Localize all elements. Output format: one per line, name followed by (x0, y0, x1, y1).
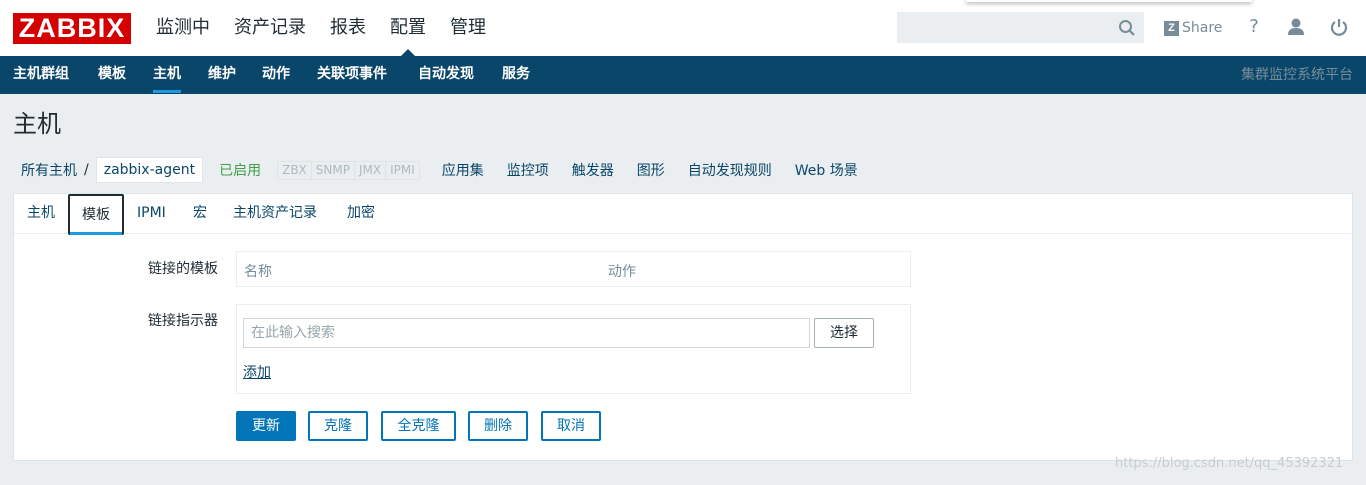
host-form-panel: 主机 模板 IPMI 宏 主机资产记录 加密 链接的模板 名称 动作 链接指示器… (13, 193, 1353, 461)
subnav-hosts[interactable]: 主机 (153, 56, 181, 93)
update-button[interactable]: 更新 (236, 411, 296, 441)
availability-indicators: ZBX SNMP JMX IPMI (277, 160, 420, 180)
sign-out-icon[interactable] (1328, 16, 1350, 38)
select-button[interactable]: 选择 (814, 318, 874, 348)
breadcrumb-separator: / (84, 162, 89, 178)
menu-monitoring[interactable]: 监测中 (156, 0, 210, 56)
link-graphs[interactable]: 图形 (637, 160, 665, 180)
share-button[interactable]: Z Share (1164, 17, 1222, 39)
page-title: 主机 (13, 110, 61, 138)
tab-templates[interactable]: 模板 (68, 194, 124, 235)
linked-templates-table: 名称 动作 (236, 251, 911, 287)
tab-ipmi[interactable]: IPMI (137, 194, 166, 234)
availability-jmx: JMX (355, 161, 387, 179)
link-items[interactable]: 监控项 (507, 160, 549, 180)
top-bar: ZABBIX 监测中 资产记录 报表 配置 管理 Z Share ? (0, 0, 1366, 56)
column-action: 动作 (608, 264, 636, 280)
link-new-templates-label: 链接指示器 (148, 313, 218, 329)
watermark: https://blog.csdn.net/qq_45392321 (1115, 456, 1344, 471)
tab-encryption[interactable]: 加密 (347, 194, 375, 234)
dropdown-shadow (966, 0, 1252, 2)
menu-administration[interactable]: 管理 (450, 0, 486, 56)
sub-navigation: 主机群组 模板 主机 维护 动作 关联项事件 自动发现 服务 集群监控系统平台 (0, 56, 1366, 94)
cancel-button[interactable]: 取消 (541, 411, 601, 441)
subnav-services[interactable]: 服务 (502, 56, 530, 94)
menu-inventory[interactable]: 资产记录 (234, 0, 306, 56)
tab-macros[interactable]: 宏 (193, 194, 207, 234)
link-new-templates-box: 选择 添加 (236, 304, 911, 394)
help-icon[interactable]: ? (1243, 16, 1265, 38)
form-tabs: 主机 模板 IPMI 宏 主机资产记录 加密 (14, 194, 1352, 235)
availability-snmp: SNMP (312, 161, 355, 179)
search-icon[interactable] (1118, 19, 1136, 37)
link-web-scenarios[interactable]: Web 场景 (795, 160, 858, 180)
host-status-badge[interactable]: 已启用 (219, 160, 261, 180)
link-discovery-rules[interactable]: 自动发现规则 (688, 160, 772, 180)
global-search (897, 12, 1144, 43)
host-element-links: 应用集 监控项 触发器 图形 自动发现规则 Web 场景 (428, 160, 867, 180)
breadcrumb-all-hosts[interactable]: 所有主机 (21, 160, 77, 180)
menu-configuration[interactable]: 配置 (390, 0, 426, 56)
full-clone-button[interactable]: 全克隆 (381, 411, 456, 441)
column-name: 名称 (244, 264, 272, 280)
user-profile-icon[interactable] (1285, 16, 1307, 38)
availability-ipmi: IPMI (390, 162, 415, 177)
search-input[interactable] (898, 13, 1108, 42)
subnav-templates[interactable]: 模板 (98, 56, 126, 94)
template-search-input[interactable] (244, 319, 809, 347)
subnav-discovery[interactable]: 自动发现 (418, 56, 474, 94)
main-menu: 监测中 资产记录 报表 配置 管理 (156, 0, 510, 56)
zabbix-share-icon: Z (1164, 20, 1179, 36)
subnav-host-groups[interactable]: 主机群组 (13, 56, 69, 94)
menu-reports[interactable]: 报表 (330, 0, 366, 56)
delete-button[interactable]: 删除 (468, 411, 528, 441)
tab-host[interactable]: 主机 (27, 194, 55, 234)
breadcrumb: 所有主机 / zabbix-agent 已启用 ZBX SNMP JMX IPM… (13, 156, 1353, 184)
subnav-actions[interactable]: 动作 (262, 56, 290, 94)
link-applications[interactable]: 应用集 (442, 160, 484, 180)
template-multiselect (243, 318, 810, 348)
link-triggers[interactable]: 触发器 (572, 160, 614, 180)
breadcrumb-current-host[interactable]: zabbix-agent (95, 157, 204, 183)
availability-zbx: ZBX (278, 161, 312, 179)
zabbix-logo[interactable]: ZABBIX (13, 13, 131, 44)
share-label: Share (1182, 20, 1223, 36)
subnav-maintenance[interactable]: 维护 (208, 56, 236, 94)
add-link[interactable]: 添加 (243, 362, 271, 382)
subnav-event-correlation[interactable]: 关联项事件 (317, 56, 387, 94)
clone-button[interactable]: 克隆 (308, 411, 368, 441)
tab-inventory[interactable]: 主机资产记录 (233, 194, 317, 234)
server-name: 集群监控系统平台 (1241, 67, 1353, 83)
linked-templates-label: 链接的模板 (148, 261, 218, 277)
